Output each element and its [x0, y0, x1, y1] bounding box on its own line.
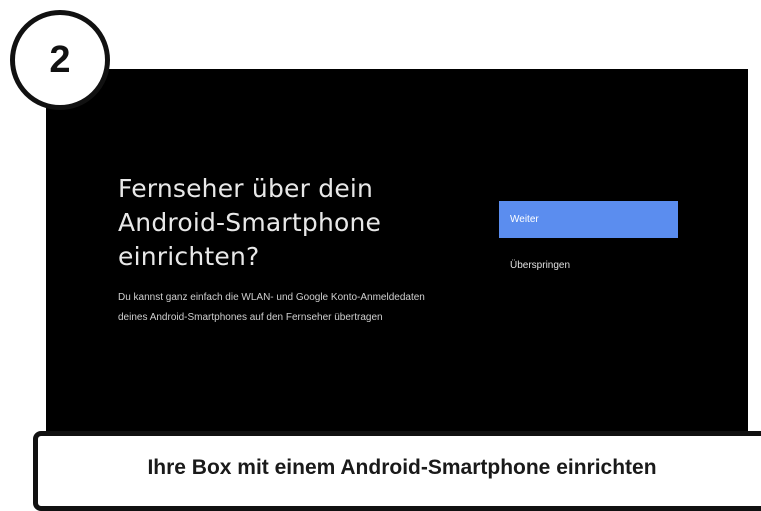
- setup-description-line-2: deines Android-Smartphones auf den Ferns…: [118, 312, 383, 323]
- step-number: 2: [49, 38, 71, 81]
- caption-text: Ihre Box mit einem Android-Smartphone ei…: [147, 456, 657, 479]
- step-number-badge: 2: [10, 10, 110, 110]
- setup-description: Du kannst ganz einfach die WLAN- und Goo…: [118, 288, 498, 328]
- setup-description-line-1: Du kannst ganz einfach die WLAN- und Goo…: [118, 292, 425, 303]
- weiter-button[interactable]: Weiter: [499, 201, 678, 238]
- tv-screen: Fernseher über dein Android-Smartphone e…: [46, 69, 748, 439]
- setup-title: Fernseher über dein Android-Smartphone e…: [118, 174, 382, 271]
- caption-box: Ihre Box mit einem Android-Smartphone ei…: [33, 431, 761, 511]
- skip-button[interactable]: Überspringen: [499, 253, 678, 277]
